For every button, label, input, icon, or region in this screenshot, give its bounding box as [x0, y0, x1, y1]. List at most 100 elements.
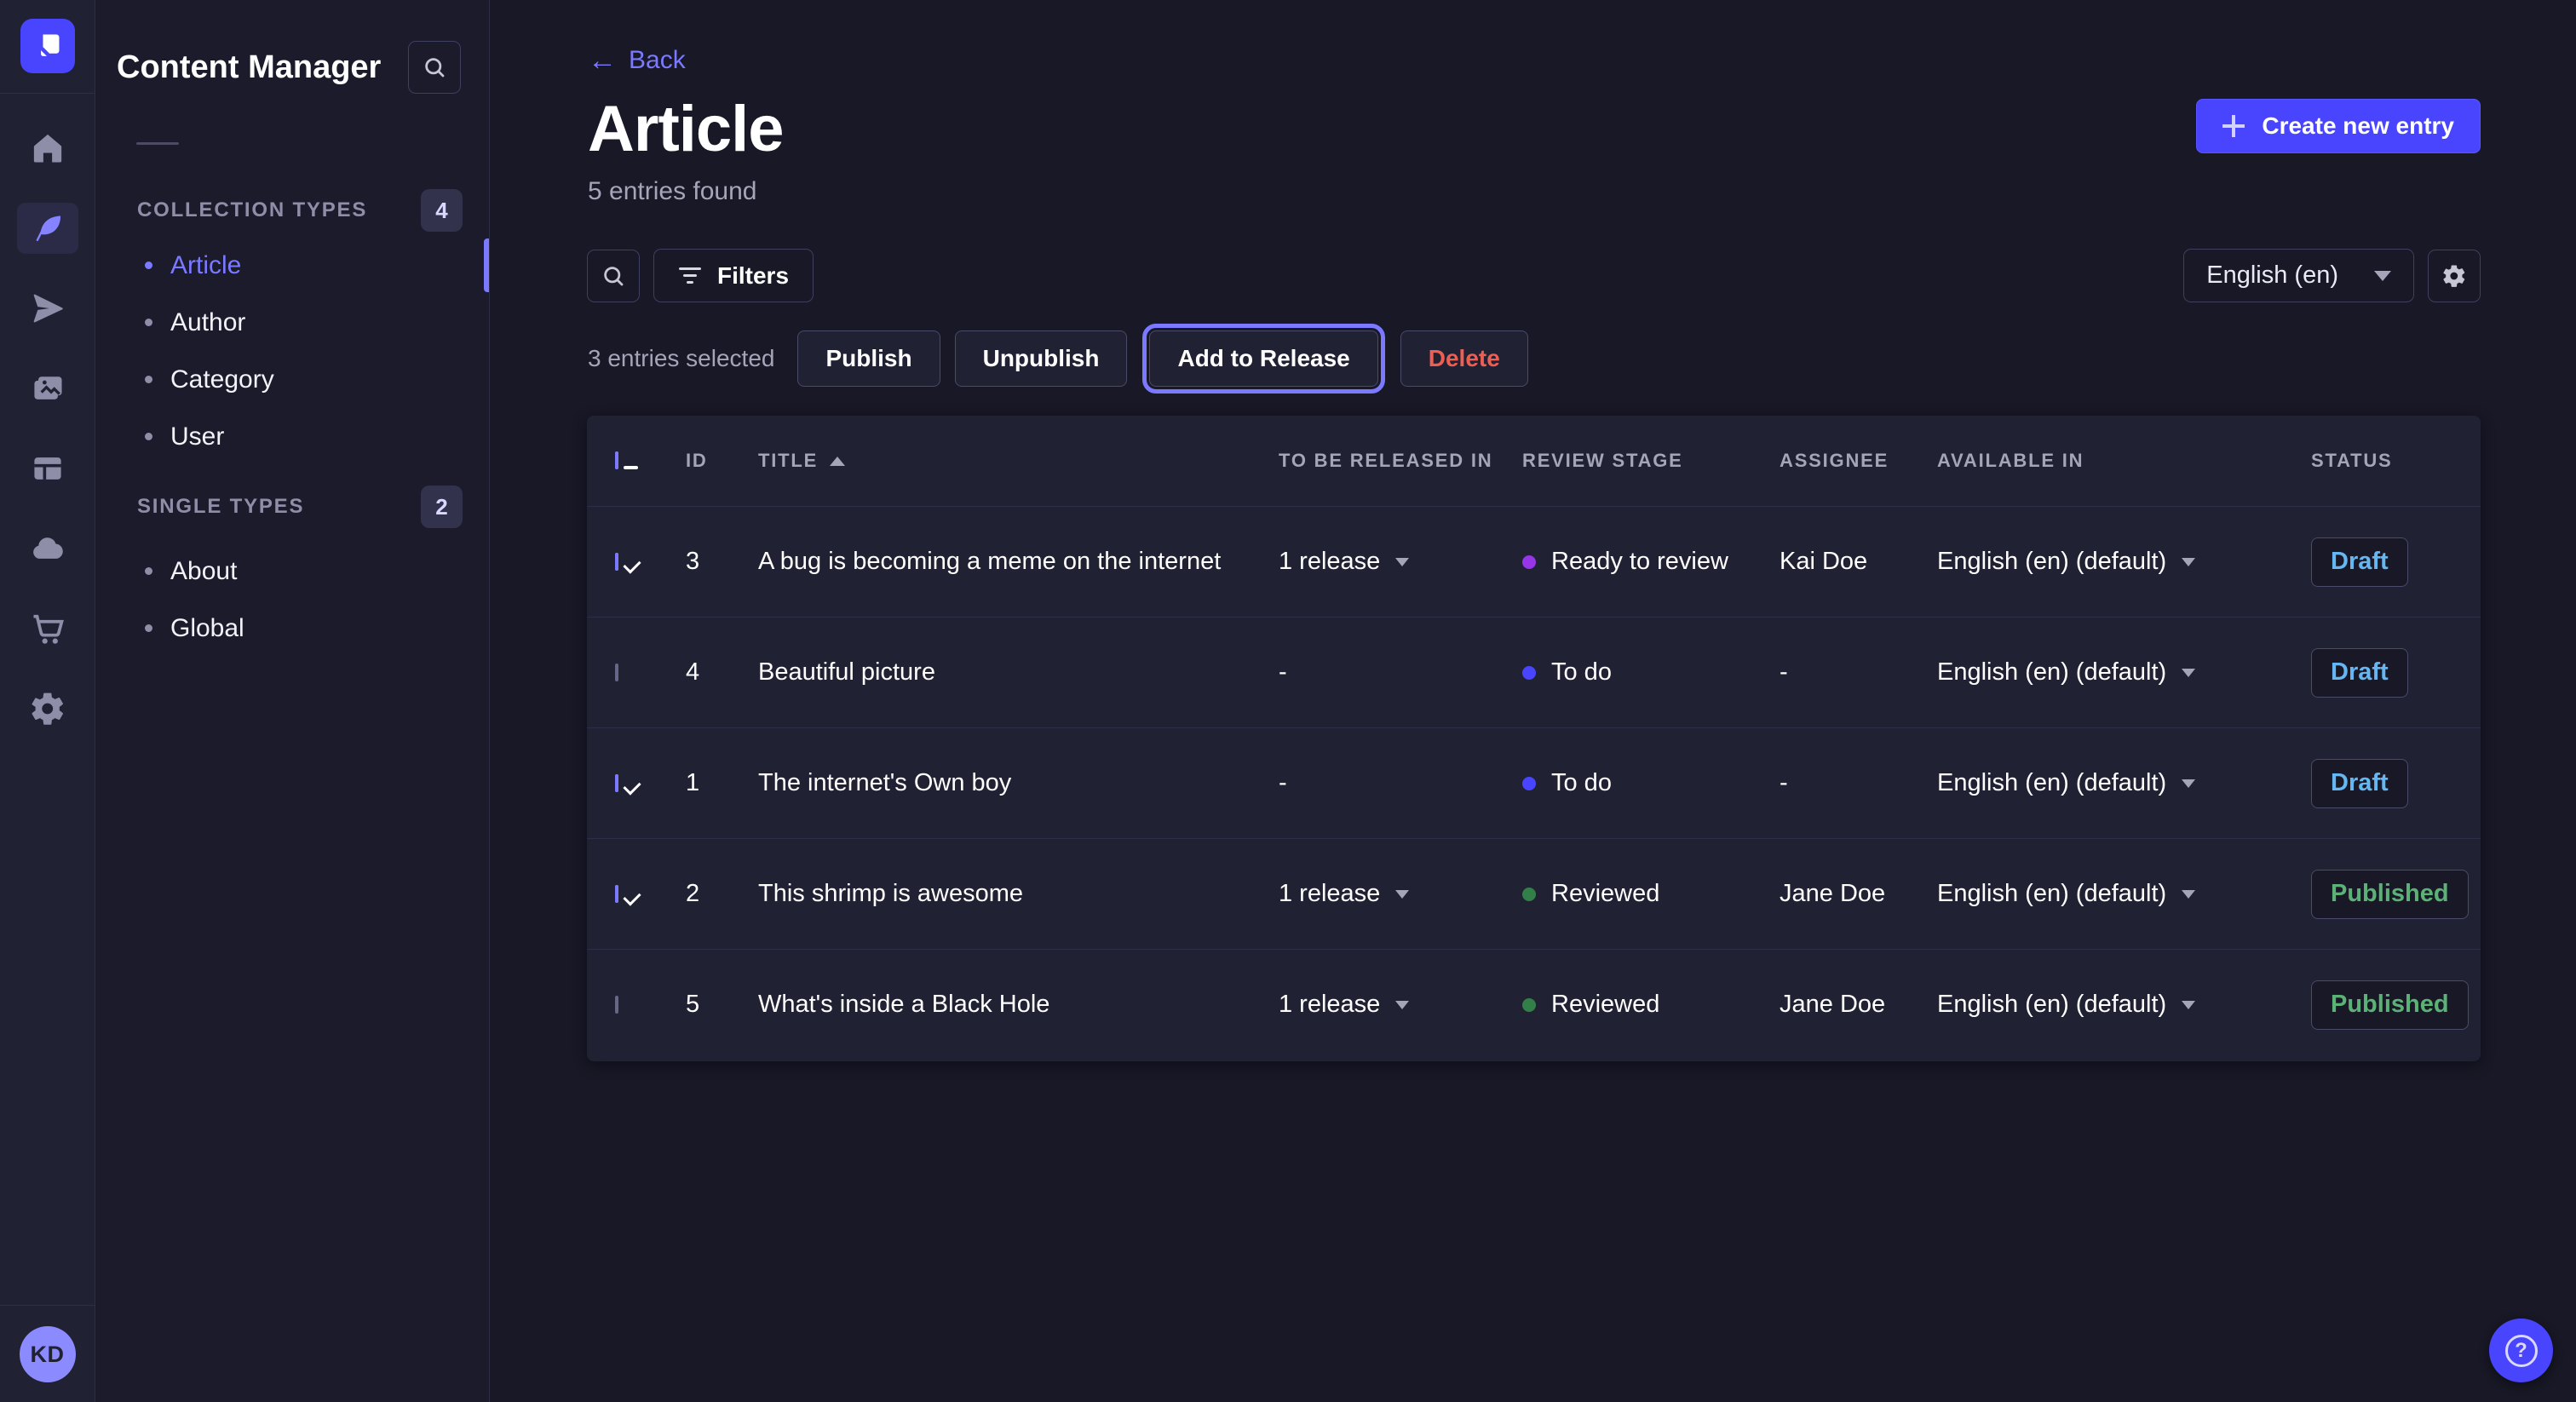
cell-available-in[interactable]: English (en) (default) — [1937, 658, 2311, 687]
cell-available-in[interactable]: English (en) (default) — [1937, 991, 2311, 1019]
column-header-assignee[interactable]: ASSIGNEE — [1780, 450, 1937, 472]
releases-icon[interactable] — [17, 283, 78, 334]
subnav-item-about[interactable]: About — [96, 543, 489, 600]
status-badge: Published — [2311, 870, 2469, 919]
entries-table: ID TITLE TO BE RELEASED IN REVIEW STAGE … — [587, 416, 2481, 1061]
marketplace-cart-icon[interactable] — [17, 603, 78, 654]
table-row[interactable]: 4 Beautiful picture - To do - English (e… — [587, 617, 2481, 727]
column-header-available-in[interactable]: AVAILABLE IN — [1937, 450, 2311, 472]
media-library-icon[interactable] — [17, 363, 78, 414]
cell-released-in[interactable]: 1 release — [1279, 880, 1522, 908]
column-header-status[interactable]: STATUS — [2311, 450, 2452, 472]
filters-button[interactable]: Filters — [653, 249, 814, 302]
cell-released-in: - — [1279, 769, 1522, 797]
cell-title: The internet's Own boy — [758, 769, 1279, 797]
cell-review-stage: To do — [1522, 769, 1780, 797]
stage-dot-icon — [1522, 888, 1536, 901]
stage-dot-icon — [1522, 998, 1536, 1012]
cell-status: Draft — [2311, 537, 2452, 587]
search-icon — [422, 55, 447, 80]
status-badge: Published — [2311, 980, 2469, 1030]
subnav-item-article[interactable]: Article — [96, 237, 489, 294]
row-checkbox[interactable] — [615, 996, 618, 1014]
table-header-row: ID TITLE TO BE RELEASED IN REVIEW STAGE … — [587, 416, 2481, 506]
cell-title: What's inside a Black Hole — [758, 991, 1279, 1019]
column-header-title[interactable]: TITLE — [758, 450, 1279, 472]
cell-released-in[interactable]: 1 release — [1279, 548, 1522, 576]
cell-released-in: - — [1279, 658, 1522, 687]
table-search-button[interactable] — [587, 250, 640, 302]
row-checkbox[interactable] — [615, 664, 618, 681]
table-row[interactable]: 5 What's inside a Black Hole 1 release R… — [587, 949, 2481, 1060]
table-row[interactable]: 3 A bug is becoming a meme on the intern… — [587, 506, 2481, 617]
content-manager-icon[interactable] — [17, 203, 78, 254]
cell-title: Beautiful picture — [758, 658, 1279, 687]
chevron-down-icon — [1395, 1001, 1409, 1009]
delete-button[interactable]: Delete — [1400, 330, 1528, 387]
subnav-item-global[interactable]: Global — [96, 600, 489, 657]
column-header-review-stage[interactable]: REVIEW STAGE — [1522, 450, 1780, 472]
rail-bottom: KD — [0, 1305, 95, 1402]
subnav-divider — [136, 142, 179, 145]
publish-button[interactable]: Publish — [797, 330, 940, 387]
back-link[interactable]: ← Back — [588, 46, 686, 75]
chevron-down-icon — [2182, 890, 2195, 899]
cell-available-in[interactable]: English (en) (default) — [1937, 880, 2311, 908]
main-navigation-rail: KD — [0, 0, 95, 1402]
filters-label: Filters — [717, 262, 789, 290]
help-button[interactable]: ? — [2489, 1319, 2553, 1382]
row-checkbox[interactable] — [615, 774, 618, 792]
filter-icon — [678, 267, 702, 284]
list-settings-button[interactable] — [2428, 250, 2481, 302]
subnav-item-label: Category — [170, 365, 274, 394]
cell-available-in[interactable]: English (en) (default) — [1937, 548, 2311, 576]
strapi-logo[interactable] — [20, 19, 75, 73]
cell-released-in[interactable]: 1 release — [1279, 991, 1522, 1019]
locale-select[interactable]: English (en) — [2183, 249, 2414, 302]
subnav-search-button[interactable] — [408, 41, 461, 94]
cell-title: A bug is becoming a meme on the internet — [758, 548, 1279, 576]
cell-id: 5 — [686, 991, 758, 1019]
subnav-item-user[interactable]: User — [96, 408, 489, 465]
chevron-down-icon — [2182, 779, 2195, 788]
cell-assignee: Jane Doe — [1780, 991, 1937, 1019]
entries-selected-text: 3 entries selected — [588, 345, 774, 372]
chevron-down-icon — [2182, 1001, 2195, 1009]
cell-status: Published — [2311, 870, 2469, 919]
status-badge: Draft — [2311, 648, 2408, 698]
settings-gear-icon[interactable] — [17, 683, 78, 734]
subnav-item-author[interactable]: Author — [96, 294, 489, 351]
home-icon[interactable] — [17, 123, 78, 174]
cell-assignee: - — [1780, 658, 1937, 687]
unpublish-button[interactable]: Unpublish — [955, 330, 1128, 387]
column-header-id[interactable]: ID — [686, 450, 758, 472]
subnav-item-category[interactable]: Category — [96, 351, 489, 408]
gear-icon — [2441, 263, 2467, 289]
cell-available-in[interactable]: English (en) (default) — [1937, 769, 2311, 797]
collection-types-label: COLLECTION TYPES — [137, 198, 367, 222]
cloud-icon[interactable] — [17, 523, 78, 574]
page-title: Article — [588, 97, 784, 162]
locale-value: English (en) — [2206, 261, 2338, 290]
column-header-released-in[interactable]: TO BE RELEASED IN — [1279, 450, 1522, 472]
row-checkbox[interactable] — [615, 553, 618, 571]
content-type-builder-icon[interactable] — [17, 443, 78, 494]
subnav-item-label: Article — [170, 251, 241, 280]
select-all-checkbox[interactable] — [615, 451, 618, 469]
strapi-logo-icon — [32, 30, 64, 62]
rail-nav-items — [17, 123, 78, 734]
cell-id: 1 — [686, 769, 758, 797]
cell-title: This shrimp is awesome — [758, 880, 1279, 908]
cell-status: Draft — [2311, 759, 2452, 808]
add-to-release-button[interactable]: Add to Release — [1149, 330, 1377, 387]
table-row[interactable]: 1 The internet's Own boy - To do - Engli… — [587, 727, 2481, 838]
row-checkbox[interactable] — [615, 885, 618, 903]
rail-divider — [0, 93, 95, 94]
bullet-icon — [145, 319, 152, 326]
table-row[interactable]: 2 This shrimp is awesome 1 release Revie… — [587, 838, 2481, 949]
cell-assignee: Jane Doe — [1780, 880, 1937, 908]
user-avatar[interactable]: KD — [20, 1326, 76, 1382]
cell-review-stage: To do — [1522, 658, 1780, 687]
subnav-item-label: Author — [170, 308, 245, 337]
create-new-entry-button[interactable]: Create new entry — [2196, 99, 2481, 153]
